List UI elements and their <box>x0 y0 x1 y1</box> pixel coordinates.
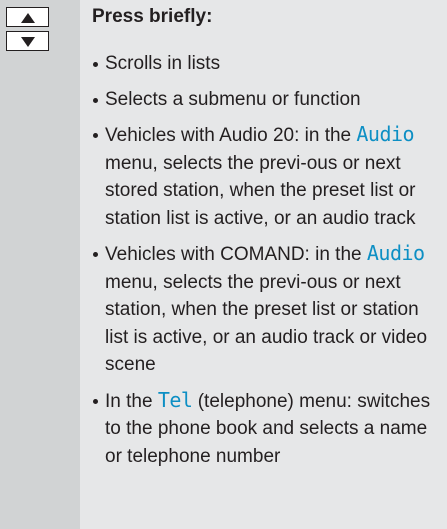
list-item-text: menu, selects the previ-ous or next stor… <box>105 152 416 229</box>
manual-page: Press briefly: Scrolls in lists Selects … <box>0 0 447 529</box>
press-briefly-heading: Press briefly: <box>92 6 213 27</box>
display-menu-name: Audio <box>366 241 425 265</box>
display-menu-name: Audio <box>356 122 415 146</box>
list-item: Vehicles with COMAND: in the Audio menu,… <box>92 240 447 379</box>
description-panel: Press briefly: Scrolls in lists Selects … <box>80 0 447 529</box>
list-item: Scrolls in lists <box>92 50 447 78</box>
up-key-button <box>6 7 49 27</box>
list-item-text: Scrolls in lists <box>105 53 221 74</box>
function-list: Scrolls in lists Selects a submenu or fu… <box>92 50 447 478</box>
down-key-button <box>6 31 49 51</box>
arrow-up-icon <box>21 13 35 23</box>
list-item: Vehicles with Audio 20: in the Audio men… <box>92 121 447 232</box>
list-item-text: Vehicles with COMAND: in the <box>105 244 367 265</box>
arrow-down-icon <box>21 37 35 47</box>
list-item-text: menu, selects the previ-ous or next stat… <box>105 271 428 376</box>
list-item-text: Vehicles with Audio 20: in the <box>105 125 357 146</box>
list-item: Selects a submenu or function <box>92 86 447 114</box>
list-item-text: Selects a submenu or function <box>105 88 361 110</box>
list-item-text: In the <box>105 390 158 412</box>
key-column <box>0 0 80 529</box>
list-item: In the Tel (telephone) menu: switches to… <box>92 387 447 471</box>
display-menu-name: Tel <box>157 387 193 412</box>
